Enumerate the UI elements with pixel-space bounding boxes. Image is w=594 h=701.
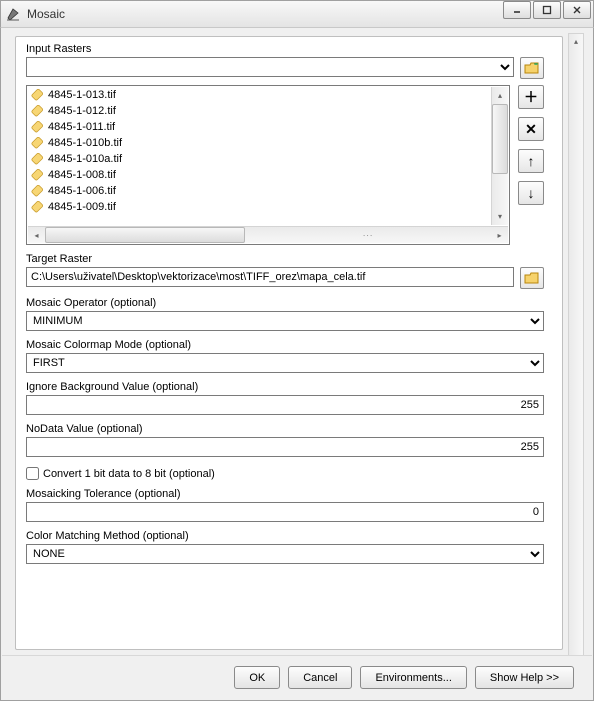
list-item-label: 4845-1-006.tif [48, 185, 116, 197]
show-help-button[interactable]: Show Help >> [475, 666, 574, 689]
browse-target-button[interactable] [520, 267, 544, 289]
list-item[interactable]: 4845-1-006.tif [28, 183, 490, 199]
ok-button[interactable]: OK [234, 666, 280, 689]
raster-file-icon [30, 153, 44, 165]
mosaic-operator-select[interactable]: MINIMUM [26, 311, 544, 331]
mosaic-colormap-select[interactable]: FIRST [26, 353, 544, 373]
raster-file-icon [30, 121, 44, 133]
client-area: ▴ ▾ Input Rasters 4845-1-013.tif4845-1-0… [0, 28, 594, 701]
raster-file-icon [30, 89, 44, 101]
scroll-grip-icon: ∙∙∙ [363, 230, 374, 240]
scroll-thumb[interactable] [45, 227, 245, 243]
list-item[interactable]: 4845-1-011.tif [28, 119, 490, 135]
color-match-label: Color Matching Method (optional) [26, 530, 544, 542]
raster-file-icon [30, 105, 44, 117]
form-panel: Input Rasters 4845-1-013.tif 4845-1-012.t… [15, 36, 563, 650]
list-item-label: 4845-1-012.tif [48, 105, 116, 117]
app-icon [5, 6, 21, 22]
color-match-select[interactable]: NONE [26, 544, 544, 564]
titlebar: Mosaic [0, 0, 594, 28]
scroll-down-icon[interactable]: ▾ [492, 208, 508, 225]
list-item[interactable]: 4845-1-010b.tif [28, 135, 490, 151]
mosaic-tolerance-input[interactable] [26, 502, 544, 522]
convert-1bit-checkbox[interactable] [26, 467, 39, 480]
panel-scrollbar[interactable]: ▴ ▾ [568, 33, 584, 695]
raster-file-icon [30, 137, 44, 149]
list-item[interactable]: 4845-1-012.tif [28, 103, 490, 119]
convert-1bit-label: Convert 1 bit data to 8 bit (optional) [43, 468, 215, 480]
list-item-label: 4845-1-010a.tif [48, 153, 122, 165]
raster-list[interactable]: 4845-1-013.tif 4845-1-012.tif 4845-1-011.t… [26, 85, 510, 245]
scroll-right-icon[interactable]: ▸ [491, 227, 508, 243]
mosaic-tolerance-label: Mosaicking Tolerance (optional) [26, 488, 544, 500]
raster-file-icon [30, 185, 44, 197]
cancel-button[interactable]: Cancel [288, 666, 352, 689]
add-button[interactable]: ＋ [518, 85, 544, 109]
move-down-button[interactable]: ↓ [518, 181, 544, 205]
list-item-label: 4845-1-010b.tif [48, 137, 122, 149]
target-raster-label: Target Raster [26, 253, 544, 265]
ignore-bg-label: Ignore Background Value (optional) [26, 381, 544, 393]
browse-input-button[interactable] [520, 57, 544, 79]
nodata-label: NoData Value (optional) [26, 423, 544, 435]
arrow-up-icon: ↑ [528, 153, 535, 169]
dialog-footer: OK Cancel Environments... Show Help >> [2, 655, 592, 699]
input-rasters-label: Input Rasters [26, 43, 544, 55]
input-rasters-select[interactable] [26, 57, 514, 77]
mosaic-colormap-label: Mosaic Colormap Mode (optional) [26, 339, 544, 351]
ignore-bg-input[interactable] [26, 395, 544, 415]
list-item-label: 4845-1-009.tif [48, 201, 116, 213]
scroll-up-icon[interactable]: ▴ [569, 34, 583, 48]
raster-file-icon [30, 169, 44, 181]
close-button[interactable] [563, 1, 591, 19]
environments-button[interactable]: Environments... [360, 666, 466, 689]
raster-file-icon [30, 201, 44, 213]
mosaic-operator-label: Mosaic Operator (optional) [26, 297, 544, 309]
list-item[interactable]: 4845-1-009.tif [28, 199, 490, 215]
minimize-button[interactable] [503, 1, 531, 19]
arrow-down-icon: ↓ [528, 185, 535, 201]
remove-button[interactable]: ✕ [518, 117, 544, 141]
list-item[interactable]: 4845-1-010a.tif [28, 151, 490, 167]
scroll-left-icon[interactable]: ◂ [28, 227, 45, 243]
plus-icon: ＋ [524, 87, 538, 107]
nodata-input[interactable] [26, 437, 544, 457]
window-controls [503, 1, 591, 19]
maximize-button[interactable] [533, 1, 561, 19]
window-title: Mosaic [27, 7, 65, 21]
list-horizontal-scrollbar[interactable]: ◂ ∙∙∙ ▸ [28, 226, 508, 243]
list-item-label: 4845-1-008.tif [48, 169, 116, 181]
x-icon: ✕ [525, 121, 537, 138]
list-item[interactable]: 4845-1-013.tif [28, 87, 490, 103]
list-item-label: 4845-1-013.tif [48, 89, 116, 101]
list-item-label: 4845-1-011.tif [48, 121, 115, 133]
move-up-button[interactable]: ↑ [518, 149, 544, 173]
target-raster-input[interactable] [26, 267, 514, 287]
list-vertical-scrollbar[interactable]: ▴ ▾ [491, 87, 508, 225]
list-item[interactable]: 4845-1-008.tif [28, 167, 490, 183]
scroll-thumb[interactable] [492, 104, 508, 174]
scroll-up-icon[interactable]: ▴ [492, 87, 508, 104]
